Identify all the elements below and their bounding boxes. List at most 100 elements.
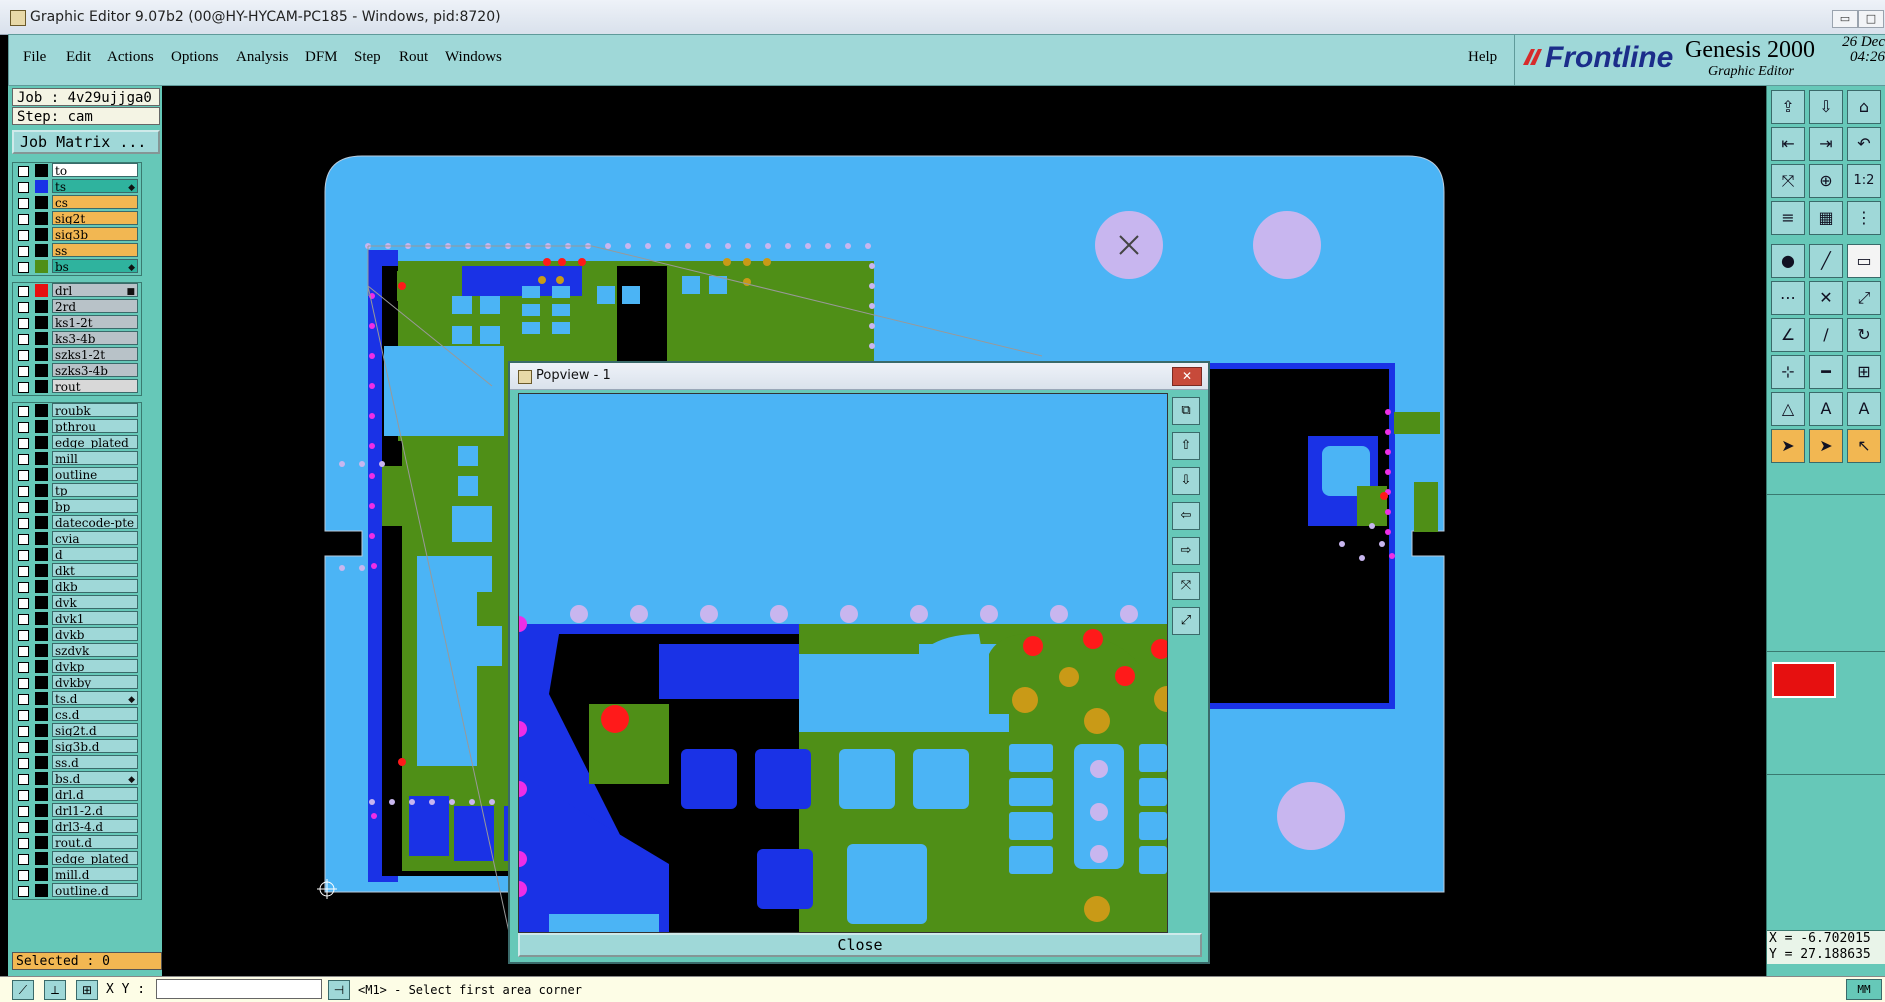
- layer-row-drill-4[interactable]: szks1-2t: [13, 347, 141, 363]
- layer-row-misc-27[interactable]: rout.d: [13, 835, 141, 851]
- layer-name[interactable]: ks1-2t: [52, 315, 138, 329]
- layer-checkbox[interactable]: [18, 726, 29, 737]
- layer-checkbox[interactable]: [18, 742, 29, 753]
- measure-icon[interactable]: ≡: [1771, 201, 1805, 235]
- layer-color-swatch[interactable]: [35, 212, 48, 225]
- layer-checkbox[interactable]: [18, 534, 29, 545]
- layer-color-swatch[interactable]: [35, 772, 48, 785]
- layer-checkbox[interactable]: [18, 646, 29, 657]
- layer-checkbox[interactable]: [18, 662, 29, 673]
- arc-icon[interactable]: ↻: [1847, 318, 1881, 352]
- layer-checkbox[interactable]: [18, 246, 29, 257]
- layer-checkbox[interactable]: [18, 790, 29, 801]
- layer-name[interactable]: drl ■: [52, 283, 138, 297]
- layer-row-misc-14[interactable]: dvkb: [13, 627, 141, 643]
- layer-name[interactable]: d: [52, 547, 138, 561]
- popview-fit-icon[interactable]: ⧉: [1172, 397, 1200, 425]
- grid-icon[interactable]: ▦: [1809, 201, 1843, 235]
- layer-name[interactable]: outline: [52, 467, 138, 481]
- layer-name[interactable]: rout: [52, 379, 138, 393]
- layer-name[interactable]: cs.d: [52, 707, 138, 721]
- layer-color-swatch[interactable]: [35, 228, 48, 241]
- units-button[interactable]: MM: [1846, 979, 1882, 1000]
- layer-name[interactable]: szdvk: [52, 643, 138, 657]
- layer-checkbox[interactable]: [18, 598, 29, 609]
- layer-color-swatch[interactable]: [35, 804, 48, 817]
- layer-checkbox[interactable]: [18, 366, 29, 377]
- layer-name[interactable]: szks3-4b: [52, 363, 138, 377]
- pad-icon[interactable]: ●: [1771, 244, 1805, 278]
- text-icon[interactable]: A: [1809, 392, 1843, 426]
- layer-checkbox[interactable]: [18, 382, 29, 393]
- layer-color-swatch[interactable]: [35, 724, 48, 737]
- pan-left-icon[interactable]: ⇤: [1771, 127, 1805, 161]
- job-matrix-button[interactable]: Job Matrix ...: [12, 130, 160, 154]
- layer-row-misc-4[interactable]: outline: [13, 467, 141, 483]
- layer-color-swatch[interactable]: [35, 436, 48, 449]
- layer-color-swatch[interactable]: [35, 452, 48, 465]
- slash-icon[interactable]: ∕: [1809, 318, 1843, 352]
- popview-title-bar[interactable]: Popview - 1: [510, 363, 1208, 390]
- layer-color-swatch[interactable]: [35, 300, 48, 313]
- popview-pan-right-icon[interactable]: ⇨: [1172, 537, 1200, 565]
- layer-color-swatch[interactable]: [35, 788, 48, 801]
- layer-color-swatch[interactable]: [35, 260, 48, 273]
- layer-checkbox[interactable]: [18, 438, 29, 449]
- popview-zoom-out-icon[interactable]: ⤢: [1172, 607, 1200, 635]
- popview-pan-left-icon[interactable]: ⇦: [1172, 502, 1200, 530]
- popview-pan-down-icon[interactable]: ⇩: [1172, 467, 1200, 495]
- layer-name[interactable]: ts.d ◆: [52, 691, 138, 705]
- layer-color-swatch[interactable]: [35, 836, 48, 849]
- menu-dfm[interactable]: DFM: [305, 49, 338, 66]
- layer-checkbox[interactable]: [18, 406, 29, 417]
- layer-name[interactable]: cvia: [52, 531, 138, 545]
- snap-icon[interactable]: ⋮: [1847, 201, 1881, 235]
- layer-row-drill-6[interactable]: rout: [13, 379, 141, 395]
- layer-checkbox[interactable]: [18, 822, 29, 833]
- layer-checkbox[interactable]: [18, 774, 29, 785]
- select-arc-icon[interactable]: ↖: [1847, 429, 1881, 463]
- layer-color-swatch[interactable]: [35, 884, 48, 897]
- layer-name[interactable]: dkt: [52, 563, 138, 577]
- layer-row-board-4[interactable]: sig3b: [13, 227, 141, 243]
- layer-name[interactable]: edge_plated: [52, 435, 138, 449]
- layer-color-swatch[interactable]: [35, 692, 48, 705]
- layer-checkbox[interactable]: [18, 854, 29, 865]
- xy-input[interactable]: [156, 979, 322, 999]
- layer-color-swatch[interactable]: [35, 548, 48, 561]
- layer-row-misc-30[interactable]: outline.d: [13, 883, 141, 899]
- layer-name[interactable]: dvk: [52, 595, 138, 609]
- layer-row-misc-17[interactable]: dvkby: [13, 675, 141, 691]
- layer-row-misc-19[interactable]: cs.d: [13, 707, 141, 723]
- layer-name[interactable]: bs ◆: [52, 259, 138, 273]
- layer-name[interactable]: drl.d: [52, 787, 138, 801]
- layer-color-swatch[interactable]: [35, 180, 48, 193]
- layer-color-swatch[interactable]: [35, 628, 48, 641]
- layer-color-swatch[interactable]: [35, 644, 48, 657]
- measure-mode-icon[interactable]: ⟂: [44, 980, 66, 1000]
- undo-view-icon[interactable]: ↶: [1847, 127, 1881, 161]
- layer-checkbox[interactable]: [18, 886, 29, 897]
- layer-name[interactable]: tp: [52, 483, 138, 497]
- layer-row-misc-21[interactable]: sig3b.d: [13, 739, 141, 755]
- layer-checkbox[interactable]: [18, 502, 29, 513]
- layer-color-swatch[interactable]: [35, 420, 48, 433]
- layer-name[interactable]: datecode-pte: [52, 515, 138, 529]
- layer-row-misc-11[interactable]: dkb: [13, 579, 141, 595]
- layer-color-swatch[interactable]: [35, 468, 48, 481]
- split-icon[interactable]: ━: [1809, 355, 1843, 389]
- snap-mode-icon[interactable]: ⊞: [76, 980, 98, 1000]
- layer-name[interactable]: dkb: [52, 579, 138, 593]
- layer-checkbox[interactable]: [18, 582, 29, 593]
- layer-color-swatch[interactable]: [35, 196, 48, 209]
- maximize-button[interactable]: □: [1858, 10, 1884, 28]
- layer-color-swatch[interactable]: [35, 740, 48, 753]
- menu-actions[interactable]: Actions: [107, 49, 154, 66]
- layer-checkbox[interactable]: [18, 870, 29, 881]
- layer-checkbox[interactable]: [18, 302, 29, 313]
- layer-row-drill-1[interactable]: 2rd: [13, 299, 141, 315]
- layer-name[interactable]: sig2t.d: [52, 723, 138, 737]
- layer-row-misc-18[interactable]: ts.d ◆: [13, 691, 141, 707]
- layer-checkbox[interactable]: [18, 334, 29, 345]
- layer-row-misc-6[interactable]: bp: [13, 499, 141, 515]
